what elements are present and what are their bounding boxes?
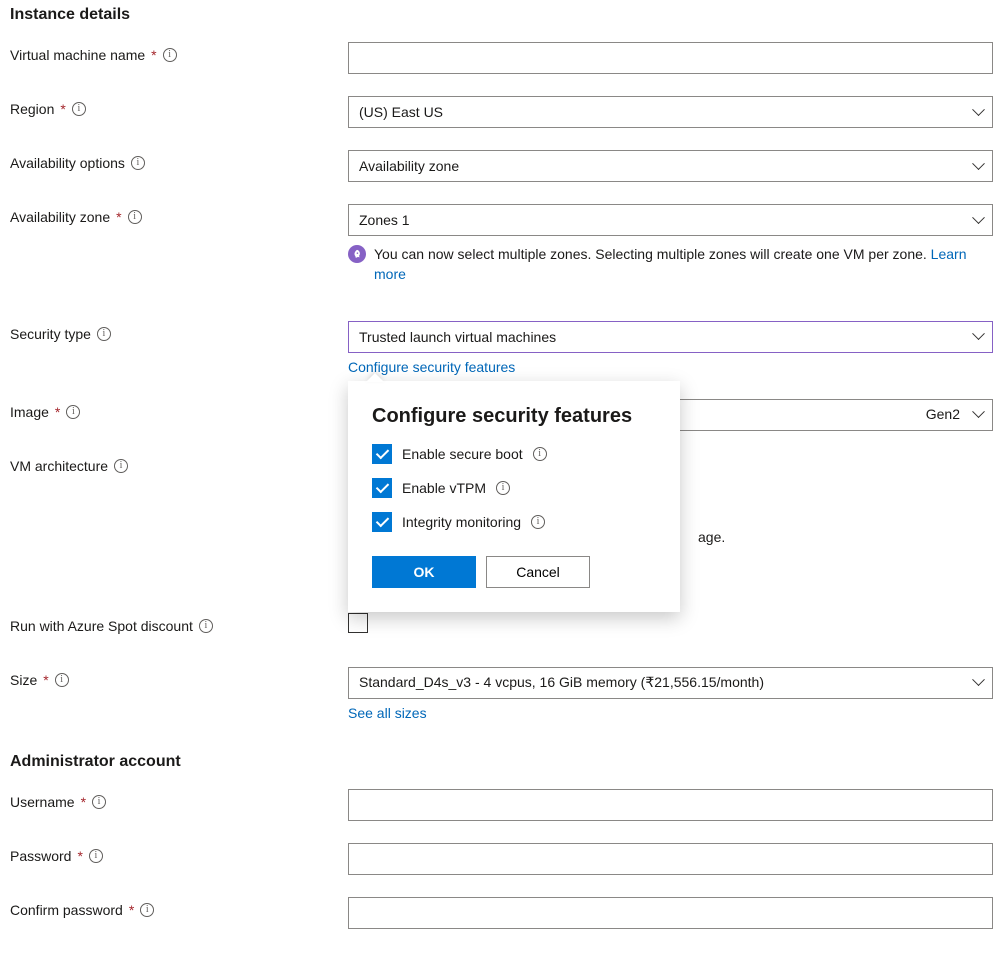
label-vm-architecture: VM architecture <box>10 458 108 474</box>
vtpm-label: Enable vTPM <box>402 480 486 496</box>
info-icon[interactable] <box>97 327 111 341</box>
rocket-icon <box>348 245 366 263</box>
label-spot-discount: Run with Azure Spot discount <box>10 618 193 634</box>
required-star: * <box>151 47 156 63</box>
info-icon[interactable] <box>66 405 80 419</box>
row-confirm-password: Confirm password * <box>10 897 998 929</box>
info-icon[interactable] <box>163 48 177 62</box>
zone-hint-text: You can now select multiple zones. Selec… <box>374 246 927 262</box>
security-popover: Configure security features Enable secur… <box>348 381 680 612</box>
zone-hint: You can now select multiple zones. Selec… <box>348 244 993 285</box>
security-type-value: Trusted launch virtual machines <box>359 329 556 345</box>
required-star: * <box>60 101 65 117</box>
chevron-down-icon <box>972 160 984 172</box>
label-security-type: Security type <box>10 326 91 342</box>
integrity-checkbox[interactable] <box>372 512 392 532</box>
vm-name-input[interactable] <box>348 42 993 74</box>
info-icon[interactable] <box>140 903 154 917</box>
availability-options-value: Availability zone <box>359 158 459 174</box>
label-confirm-password: Confirm password <box>10 902 123 918</box>
info-icon[interactable] <box>131 156 145 170</box>
row-username: Username * <box>10 789 998 821</box>
size-select[interactable]: Standard_D4s_v3 - 4 vcpus, 16 GiB memory… <box>348 667 993 699</box>
availability-zone-select[interactable]: Zones 1 <box>348 204 993 236</box>
label-password: Password <box>10 848 71 864</box>
info-icon[interactable] <box>199 619 213 633</box>
label-availability-zone: Availability zone <box>10 209 110 225</box>
row-availability-options: Availability options Availability zone <box>10 150 998 182</box>
see-all-sizes-link[interactable]: See all sizes <box>348 705 427 721</box>
secure-boot-checkbox[interactable] <box>372 444 392 464</box>
label-username: Username <box>10 794 75 810</box>
row-vm-name: Virtual machine name * <box>10 42 998 74</box>
required-star: * <box>129 902 134 918</box>
label-vm-name: Virtual machine name <box>10 47 145 63</box>
availability-options-select[interactable]: Availability zone <box>348 150 993 182</box>
popover-title: Configure security features <box>372 405 656 428</box>
availability-zone-value: Zones 1 <box>359 212 410 228</box>
required-star: * <box>77 848 82 864</box>
spot-discount-checkbox[interactable] <box>348 613 368 633</box>
chevron-down-icon <box>972 214 984 226</box>
info-icon[interactable] <box>55 673 69 687</box>
info-icon[interactable] <box>496 481 510 495</box>
info-icon[interactable] <box>531 515 545 529</box>
required-star: * <box>116 209 121 225</box>
chevron-down-icon <box>972 677 984 689</box>
required-star: * <box>43 672 48 688</box>
password-input[interactable] <box>348 843 993 875</box>
info-icon[interactable] <box>89 849 103 863</box>
region-value: (US) East US <box>359 104 443 120</box>
row-password: Password * <box>10 843 998 875</box>
info-icon[interactable] <box>128 210 142 224</box>
image-value-suffix: Gen2 <box>926 406 960 422</box>
required-star: * <box>81 794 86 810</box>
label-image: Image <box>10 404 49 420</box>
chevron-down-icon <box>972 409 984 421</box>
info-icon[interactable] <box>114 459 128 473</box>
section-admin-account: Administrator account <box>10 753 998 771</box>
chevron-down-icon <box>972 331 984 343</box>
size-value: Standard_D4s_v3 - 4 vcpus, 16 GiB memory… <box>359 674 764 691</box>
section-instance-details: Instance details <box>10 6 998 24</box>
row-security-type: Security type Trusted launch virtual mac… <box>10 321 998 375</box>
integrity-label: Integrity monitoring <box>402 514 521 530</box>
username-input[interactable] <box>348 789 993 821</box>
row-availability-zone: Availability zone * Zones 1 You can now … <box>10 204 998 285</box>
architecture-hint-suffix: age. <box>698 529 725 545</box>
secure-boot-label: Enable secure boot <box>402 446 523 462</box>
region-select[interactable]: (US) East US <box>348 96 993 128</box>
info-icon[interactable] <box>533 447 547 461</box>
row-region: Region * (US) East US <box>10 96 998 128</box>
row-spot-discount: Run with Azure Spot discount <box>10 613 998 645</box>
ok-button[interactable]: OK <box>372 556 476 588</box>
label-region: Region <box>10 101 54 117</box>
security-type-select[interactable]: Trusted launch virtual machines <box>348 321 993 353</box>
chevron-down-icon <box>972 106 984 118</box>
vtpm-checkbox[interactable] <box>372 478 392 498</box>
label-size: Size <box>10 672 37 688</box>
cancel-button[interactable]: Cancel <box>486 556 590 588</box>
info-icon[interactable] <box>92 795 106 809</box>
row-size: Size * Standard_D4s_v3 - 4 vcpus, 16 GiB… <box>10 667 998 721</box>
info-icon[interactable] <box>72 102 86 116</box>
label-availability-options: Availability options <box>10 155 125 171</box>
confirm-password-input[interactable] <box>348 897 993 929</box>
required-star: * <box>55 404 60 420</box>
